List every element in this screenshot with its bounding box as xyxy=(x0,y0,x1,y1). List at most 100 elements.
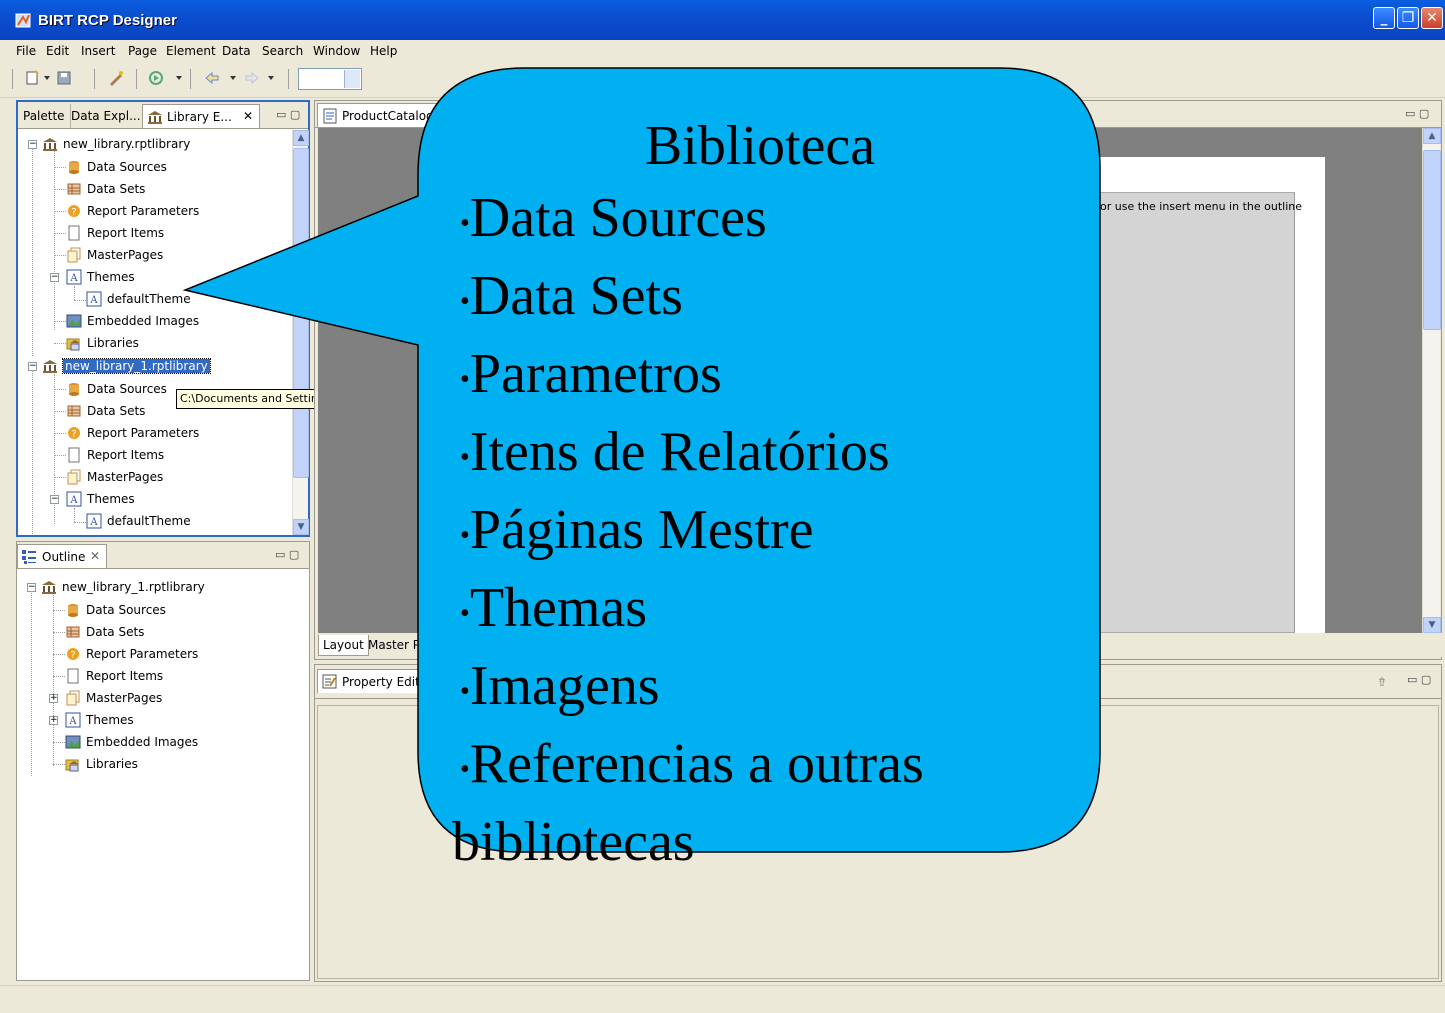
tree-node-master-pages[interactable]: MasterPages xyxy=(66,246,163,266)
menu-data[interactable]: Data xyxy=(222,44,251,58)
tree-node-report-items[interactable]: Report Items xyxy=(66,224,164,244)
menu-element[interactable]: Element xyxy=(166,44,216,58)
menu-page[interactable]: Page xyxy=(128,44,157,58)
close-tab-icon[interactable]: ✕ xyxy=(90,549,100,563)
run-dropdown-icon[interactable] xyxy=(176,76,182,80)
menu-edit[interactable]: Edit xyxy=(46,44,69,58)
master-page-icon xyxy=(66,690,80,706)
outline-node-master-pages[interactable]: MasterPages xyxy=(65,689,162,709)
collapse-icon[interactable]: − xyxy=(50,273,59,282)
svg-text:?: ? xyxy=(71,429,76,440)
minimize-button[interactable]: _ xyxy=(1373,7,1395,29)
tree-node-default-theme[interactable]: AdefaultTheme xyxy=(86,290,191,310)
menu-window[interactable]: Window xyxy=(313,44,360,58)
tab-layout[interactable]: Layout xyxy=(318,635,369,656)
tree-node-embedded-images[interactable]: Embedded Images xyxy=(66,312,199,332)
libraries-icon xyxy=(65,759,79,772)
toolbar-separator xyxy=(136,69,137,89)
callout-item-text: Imagens xyxy=(469,655,660,717)
preview-icon[interactable] xyxy=(108,70,124,86)
scroll-up-icon[interactable]: ▲ xyxy=(1423,128,1441,144)
forward-arrow-icon[interactable] xyxy=(244,70,260,86)
report-body-area[interactable] xyxy=(1085,192,1295,633)
outline-node-data-sets[interactable]: Data Sets xyxy=(65,623,144,643)
svg-text:?: ? xyxy=(71,207,76,218)
tab-master-page[interactable]: Master Pa xyxy=(364,635,431,656)
collapse-icon[interactable]: − xyxy=(28,362,37,371)
tree-node-data-sets[interactable]: Data Sets xyxy=(66,180,145,200)
collapse-icon[interactable]: − xyxy=(28,140,37,149)
outline-node-data-sources[interactable]: Data Sources xyxy=(65,601,166,621)
minimize-maximize-icon[interactable]: ▭ ▢ xyxy=(275,548,299,561)
tree-node-report-parameters[interactable]: ? Report Parameters xyxy=(66,424,199,444)
insert-hint-text: or use the insert menu in the outline xyxy=(1100,200,1302,213)
minimize-maximize-icon[interactable]: ▭ ▢ xyxy=(1407,673,1431,686)
tree-node-master-pages[interactable]: MasterPages xyxy=(66,468,163,488)
save-icon[interactable] xyxy=(56,70,72,86)
tab-palette[interactable]: Palette xyxy=(18,104,71,128)
tree-node-library-2[interactable]: new_library_1.rptlibrary xyxy=(42,357,211,377)
outline-node-libraries[interactable]: Libraries xyxy=(65,755,138,775)
tab-library-explorer-label: Library E... xyxy=(167,110,232,124)
tab-property-editor[interactable]: Property Editor xyxy=(317,669,447,693)
toolbar-separator xyxy=(12,69,13,89)
outline-node-report-parameters[interactable]: ? Report Parameters xyxy=(65,645,198,665)
tab-outline[interactable]: Outline ✕ xyxy=(17,544,107,568)
tree-node-library-1[interactable]: new_library.rptlibrary xyxy=(42,135,190,155)
tree-node-label: MasterPages xyxy=(87,248,164,262)
outline-node-root[interactable]: new_library_1.rptlibrary xyxy=(41,578,205,598)
back-arrow-icon[interactable] xyxy=(204,70,220,86)
tree-node-themes[interactable]: A Themes xyxy=(66,490,135,510)
outline-icon xyxy=(22,550,36,564)
tree-node-label: MasterPages xyxy=(87,470,164,484)
tree-node-data-sets[interactable]: Data Sets xyxy=(66,402,145,422)
library-icon xyxy=(148,111,162,124)
outline-node-report-items[interactable]: Report Items xyxy=(65,667,163,687)
outline-node-themes[interactable]: A Themes xyxy=(65,711,134,731)
menu-insert[interactable]: Insert xyxy=(81,44,115,58)
close-button[interactable]: ✕ xyxy=(1421,7,1443,29)
data-set-icon xyxy=(67,183,81,195)
tree-node-report-items[interactable]: Report Items xyxy=(66,446,164,466)
menu-file[interactable]: File xyxy=(16,44,36,58)
close-tab-icon[interactable]: ✕ xyxy=(243,109,253,123)
new-dropdown-icon[interactable] xyxy=(44,76,50,80)
minimize-maximize-icon[interactable]: ▭ ▢ xyxy=(276,108,300,121)
expand-icon[interactable]: + xyxy=(49,694,58,703)
tree-node-data-sources[interactable]: Data Sources xyxy=(66,380,167,400)
new-file-icon[interactable] xyxy=(24,70,40,86)
collapse-icon[interactable]: − xyxy=(27,583,36,592)
tree-node-report-parameters[interactable]: ? Report Parameters xyxy=(66,202,199,222)
scroll-thumb[interactable] xyxy=(1423,150,1441,330)
callout-item-text: Itens de Relatórios xyxy=(469,421,890,483)
menu-help[interactable]: Help xyxy=(370,44,397,58)
zoom-combo[interactable] xyxy=(298,68,362,90)
scroll-up-icon[interactable]: ▲ xyxy=(293,130,309,146)
back-dropdown-icon[interactable] xyxy=(230,76,236,80)
tree-node-libraries[interactable]: Libraries xyxy=(66,334,139,354)
collapse-icon[interactable]: − xyxy=(50,495,59,504)
tab-data-explorer[interactable]: Data Expl... xyxy=(66,104,147,128)
scroll-thumb[interactable] xyxy=(293,148,309,478)
editor-scrollbar[interactable]: ▲ ▼ xyxy=(1422,128,1441,633)
forward-dropdown-icon[interactable] xyxy=(268,76,274,80)
scroll-down-icon[interactable]: ▼ xyxy=(1423,617,1441,633)
tab-product-catalog[interactable]: ProductCatalog.rptd xyxy=(317,103,462,127)
library-tree-scrollbar[interactable]: ▲ ▼ xyxy=(292,130,309,535)
expand-icon[interactable]: + xyxy=(49,716,58,725)
scroll-down-icon[interactable]: ▼ xyxy=(293,519,309,535)
left-tab-row: Palette Data Expl... Library E... ✕ ▭ ▢ xyxy=(18,102,308,129)
outline-node-embedded-images[interactable]: Embedded Images xyxy=(65,733,198,753)
callout-item: •Itens de Relatórios xyxy=(460,416,1100,494)
tree-node-default-theme[interactable]: AdefaultTheme xyxy=(86,512,191,532)
tree-node-data-sources[interactable]: Data Sources xyxy=(66,158,167,178)
pin-icon[interactable]: ⇮ xyxy=(1377,675,1387,689)
tab-library-explorer[interactable]: Library E... ✕ xyxy=(142,104,260,128)
minimize-maximize-icon[interactable]: ▭ ▢ xyxy=(1405,107,1429,120)
run-report-icon[interactable] xyxy=(148,70,164,86)
callout-item-text: Páginas Mestre xyxy=(469,499,814,561)
combo-arrow-icon[interactable] xyxy=(344,70,360,88)
restore-button[interactable]: ❐ xyxy=(1397,7,1419,29)
menu-search[interactable]: Search xyxy=(262,44,303,58)
tree-node-themes[interactable]: A Themes xyxy=(66,268,135,288)
